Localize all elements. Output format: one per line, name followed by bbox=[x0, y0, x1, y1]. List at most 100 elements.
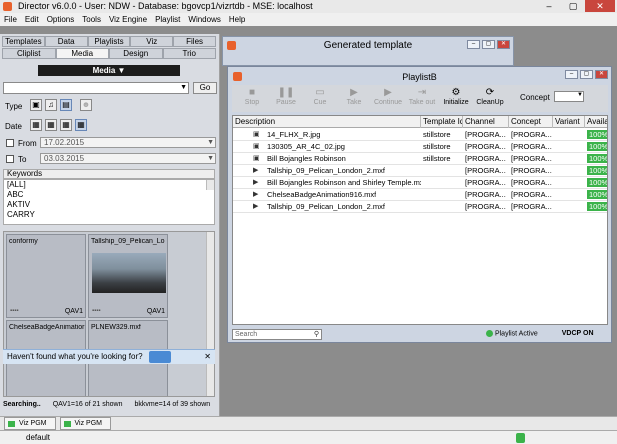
keywords-list[interactable]: [ALL] ABC AKTIV CARRY bbox=[3, 179, 215, 225]
tab-design[interactable]: Design bbox=[109, 48, 163, 59]
tab-files[interactable]: Files bbox=[173, 36, 216, 47]
cell-template-id bbox=[421, 165, 463, 177]
to-checkbox[interactable] bbox=[6, 155, 14, 163]
thumbnail-action-icons[interactable]: ▪▪▪▪ bbox=[92, 308, 101, 314]
menu-tools[interactable]: Tools bbox=[78, 13, 105, 26]
calendar-week-icon[interactable]: ▦ bbox=[45, 119, 57, 131]
chevron-down-icon[interactable]: ▼ bbox=[180, 84, 187, 91]
keyword-item[interactable]: CARRY bbox=[4, 210, 214, 220]
audio-type-icon[interactable]: ♫ bbox=[45, 99, 57, 111]
tab-cliplist[interactable]: Cliplist bbox=[2, 48, 56, 59]
pause-button[interactable]: ❚❚ Pause bbox=[270, 87, 302, 106]
initialize-button[interactable]: ⚙ Initialize bbox=[440, 87, 472, 106]
close-icon[interactable]: ✕ bbox=[497, 40, 510, 49]
keyword-item[interactable]: [ALL] bbox=[4, 180, 214, 190]
playlist-row[interactable]: ▣ 14_FLHX_R.jpg stillstore [PROGRA... [PROGR… bbox=[233, 129, 607, 141]
tab-viz[interactable]: Viz bbox=[130, 36, 174, 47]
chevron-down-icon[interactable]: ▼ bbox=[577, 92, 583, 98]
media-panel: Templates Data Playlists Viz Files Clipl… bbox=[0, 34, 220, 416]
take-out-icon: ⇥ bbox=[417, 87, 427, 98]
calendar-month-icon[interactable]: ▦ bbox=[60, 119, 72, 131]
menu-edit[interactable]: Edit bbox=[21, 13, 43, 26]
media-thumbnail[interactable]: conformy ▪▪▪▪ QAV1 bbox=[6, 234, 86, 318]
menu-help[interactable]: Help bbox=[225, 13, 249, 26]
media-thumbnail[interactable]: Tallship_09_Pelican_Lo ▪▪▪▪ QAV1 bbox=[88, 234, 168, 318]
thumbnail-scrollbar[interactable] bbox=[206, 232, 214, 396]
go-button[interactable]: Go bbox=[193, 82, 217, 94]
to-date-field[interactable]: 03.03.2015 ▼ bbox=[40, 153, 216, 164]
maximize-icon[interactable]: ▢ bbox=[580, 70, 593, 79]
search-placeholder: Search bbox=[235, 331, 258, 338]
keywords-scrollbar[interactable] bbox=[206, 180, 214, 190]
person-type-icon[interactable]: ☻ bbox=[80, 99, 92, 111]
column-variant[interactable]: Variant bbox=[553, 116, 585, 128]
search-icon[interactable]: ⚲ bbox=[314, 330, 319, 339]
cell-template-id bbox=[421, 189, 463, 201]
keyword-item[interactable]: ABC bbox=[4, 190, 214, 200]
menu-file[interactable]: File bbox=[0, 13, 21, 26]
playlist-row[interactable]: ▶ Bill Bojangles Robinson and Shirley Tem… bbox=[233, 177, 607, 189]
truck-icon[interactable] bbox=[149, 351, 171, 363]
menu-options[interactable]: Options bbox=[43, 13, 79, 26]
maximize-icon[interactable]: ▢ bbox=[482, 40, 495, 49]
column-concept[interactable]: Concept bbox=[509, 116, 553, 128]
column-availability[interactable]: Availa... bbox=[585, 116, 607, 128]
menu-playlist[interactable]: Playlist bbox=[151, 13, 184, 26]
from-date-field[interactable]: 17.02.2015 ▼ bbox=[40, 137, 216, 148]
from-checkbox[interactable] bbox=[6, 139, 14, 147]
minimize-icon[interactable]: – bbox=[537, 0, 561, 12]
viz-pgm-channel[interactable]: Viz PGM bbox=[4, 417, 56, 430]
menu-windows[interactable]: Windows bbox=[184, 13, 224, 26]
keyword-item[interactable]: AKTIV bbox=[4, 200, 214, 210]
chevron-down-icon[interactable]: ▼ bbox=[207, 138, 214, 147]
playlist-row[interactable]: ▶ ChelseaBadgeAnimation916.mxf [PROGRA... [… bbox=[233, 189, 607, 201]
playlist-title: PlaylistB bbox=[402, 72, 437, 82]
playlist-search-input[interactable]: Search ⚲ bbox=[232, 329, 322, 340]
cell-template-id bbox=[421, 177, 463, 189]
calendar-day-icon[interactable]: ▦ bbox=[30, 119, 42, 131]
column-template-id[interactable]: Template Id bbox=[421, 116, 463, 128]
playlist-row[interactable]: ▣ 130305_AR_4C_02.jpg stillstore [PROGRA...… bbox=[233, 141, 607, 153]
cue-button[interactable]: ▭ Cue bbox=[304, 87, 336, 106]
maximize-icon[interactable]: ▢ bbox=[561, 0, 585, 12]
menu-viz-engine[interactable]: Viz Engine bbox=[105, 13, 151, 26]
calendar-range-icon[interactable]: ▦ bbox=[75, 119, 87, 131]
concept-select[interactable]: ▼ bbox=[554, 91, 584, 102]
tab-playlists[interactable]: Playlists bbox=[87, 36, 131, 47]
searching-status: Searching.. bbox=[3, 401, 41, 408]
cleanup-button[interactable]: ⟳ CleanUp bbox=[474, 87, 506, 106]
column-description[interactable]: Description bbox=[233, 116, 421, 128]
playlist-row[interactable]: ▶ Tallship_09_Pelican_London_2.mxf [PROGRA… bbox=[233, 165, 607, 177]
close-icon[interactable]: ✕ bbox=[585, 0, 615, 12]
availability-badge: 100% bbox=[587, 154, 607, 163]
cell-channel: [PROGRA... bbox=[465, 130, 506, 139]
tab-trio[interactable]: Trio bbox=[162, 48, 216, 59]
viz-pgm-channel[interactable]: Viz PGM bbox=[59, 417, 111, 430]
image-type-icon[interactable]: ▣ bbox=[30, 99, 42, 111]
minimize-icon[interactable]: – bbox=[565, 70, 578, 79]
row-description-text: 14_FLHX_R.jpg bbox=[267, 130, 321, 139]
thumbnail-action-icons[interactable]: ▪▪▪▪ bbox=[10, 308, 19, 314]
chevron-down-icon[interactable]: ▼ bbox=[207, 154, 214, 163]
close-icon[interactable]: ✕ bbox=[204, 350, 211, 364]
tab-data[interactable]: Data bbox=[44, 36, 88, 47]
take-out-button[interactable]: ⇥ Take out bbox=[406, 87, 438, 106]
playlist-row[interactable]: ▣ Bill Bojangles Robinson stillstore [PROGR… bbox=[233, 153, 607, 165]
playlist-row[interactable]: ▶ Tallship_09_Pelican_London_2.mxf [PROGRA… bbox=[233, 201, 607, 213]
video-type-icon[interactable]: ▤ bbox=[60, 99, 72, 111]
cell-description: ▶ Tallship_09_Pelican_London_2.mxf bbox=[233, 165, 421, 177]
tab-templates[interactable]: Templates bbox=[2, 36, 45, 47]
stop-button[interactable]: ■ Stop bbox=[236, 87, 268, 106]
column-channel[interactable]: Channel bbox=[463, 116, 509, 128]
tab-media[interactable]: Media bbox=[55, 48, 109, 59]
media-header[interactable]: Media ▼ bbox=[38, 65, 180, 76]
minimize-icon[interactable]: – bbox=[467, 40, 480, 49]
take-button[interactable]: ▶ Take bbox=[338, 87, 370, 106]
availability-badge: 100% bbox=[587, 142, 607, 151]
continue-button[interactable]: ▶ Continue bbox=[372, 87, 404, 106]
close-icon[interactable]: ✕ bbox=[595, 70, 608, 79]
cell-variant bbox=[553, 189, 585, 201]
row-description-text: Tallship_09_Pelican_London_2.mxf bbox=[267, 166, 386, 175]
media-search-input[interactable]: ▼ bbox=[3, 82, 189, 94]
take-icon: ▶ bbox=[350, 87, 358, 98]
